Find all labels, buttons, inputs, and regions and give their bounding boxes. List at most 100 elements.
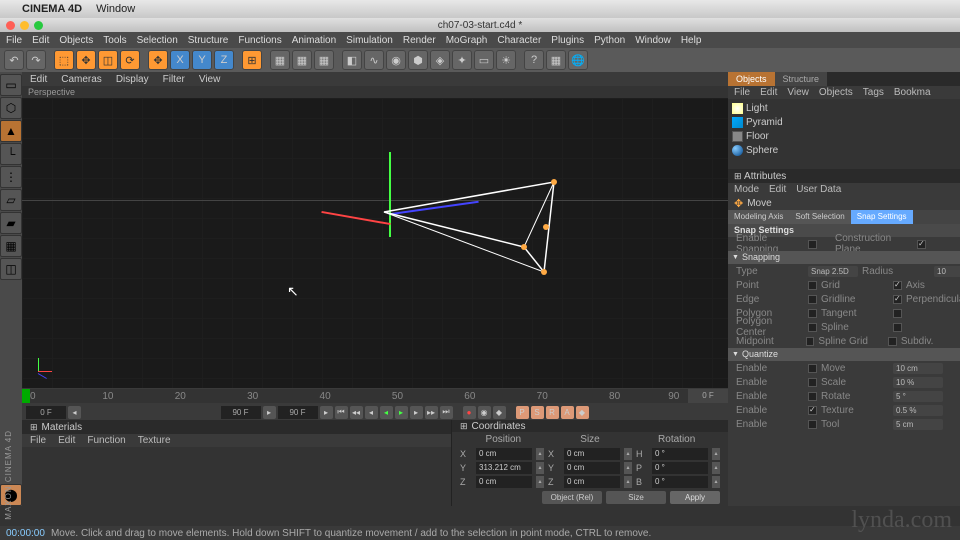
om-edit[interactable]: Edit <box>760 87 777 98</box>
goto-end-button[interactable]: ⏭ <box>440 406 453 419</box>
spin-icon[interactable]: ▴ <box>712 448 720 460</box>
quant-scale-checkbox[interactable] <box>808 378 817 387</box>
menu-python[interactable]: Python <box>594 35 625 46</box>
gridline-checkbox[interactable] <box>893 295 902 304</box>
quant-texture-checkbox[interactable] <box>808 406 817 415</box>
quant-tool-checkbox[interactable] <box>808 420 817 429</box>
pos-key-button[interactable]: P <box>516 406 529 419</box>
close-button[interactable] <box>6 21 15 30</box>
tree-item-pyramid[interactable]: Pyramid <box>732 115 960 129</box>
menu-plugins[interactable]: Plugins <box>551 35 584 46</box>
mat-menu-edit[interactable]: Edit <box>58 435 75 446</box>
range-spin[interactable]: ▸ <box>263 406 276 419</box>
tree-item-floor[interactable]: Floor <box>732 129 960 143</box>
autokey-button[interactable]: ◉ <box>478 406 491 419</box>
spin-icon[interactable]: ▴ <box>712 476 720 488</box>
app-name[interactable]: CINEMA 4D <box>22 3 82 15</box>
attr-menu-edit[interactable]: Edit <box>769 184 786 195</box>
camera-button[interactable]: ▭ <box>474 50 494 70</box>
model-mode[interactable]: ⬡ <box>0 97 22 119</box>
prev-frame-button[interactable]: ◂ <box>365 406 378 419</box>
pla-key-button[interactable]: ◆ <box>576 406 589 419</box>
quantize-subheader[interactable]: Quantize <box>728 348 960 361</box>
x-axis-lock[interactable]: X <box>170 50 190 70</box>
tab-structure[interactable]: Structure <box>775 72 828 86</box>
goto-start-button[interactable]: ⏮ <box>335 406 348 419</box>
size-mode-select[interactable]: Size <box>606 491 666 504</box>
mat-menu-texture[interactable]: Texture <box>138 435 171 446</box>
menu-file[interactable]: File <box>6 35 22 46</box>
rot-b-field[interactable]: 0 ° <box>652 476 708 488</box>
quant-rotate-field[interactable]: 5 ° <box>893 391 943 402</box>
om-bookmarks[interactable]: Bookma <box>894 87 931 98</box>
workplane-mode[interactable]: ◫ <box>0 258 22 280</box>
spin-icon[interactable]: ▴ <box>624 476 632 488</box>
menu-character[interactable]: Character <box>497 35 541 46</box>
spline-button[interactable]: ∿ <box>364 50 384 70</box>
spin-icon[interactable]: ▴ <box>536 448 544 460</box>
pyramid-wireframe[interactable] <box>374 172 574 315</box>
mac-menu-window[interactable]: Window <box>96 3 135 15</box>
prev-key-button[interactable]: ◂◂ <box>350 406 363 419</box>
texture-mode[interactable]: ▦ <box>0 235 22 257</box>
om-objects[interactable]: Objects <box>819 87 853 98</box>
quant-scale-field[interactable]: 10 % <box>893 377 943 388</box>
spin-icon[interactable]: ▴ <box>624 448 632 460</box>
size-y-field[interactable]: 0 cm <box>564 462 620 474</box>
vp-menu-display[interactable]: Display <box>116 74 149 85</box>
quant-texture-field[interactable]: 0.5 % <box>893 405 943 416</box>
edge-mode[interactable]: ▱ <box>0 189 22 211</box>
scale-tool[interactable]: ◫ <box>98 50 118 70</box>
vp-menu-filter[interactable]: Filter <box>163 74 185 85</box>
rot-key-button[interactable]: R <box>546 406 559 419</box>
param-key-button[interactable]: A <box>561 406 574 419</box>
modeling-button[interactable]: ⬢ <box>408 50 428 70</box>
menu-mograph[interactable]: MoGraph <box>446 35 488 46</box>
record-button[interactable]: ● <box>463 406 476 419</box>
apply-button[interactable]: Apply <box>670 491 720 504</box>
end-spin[interactable]: ▸ <box>320 406 333 419</box>
preview-end-field[interactable]: 90 F <box>221 406 261 419</box>
spin-icon[interactable]: ▴ <box>624 462 632 474</box>
playhead[interactable] <box>22 389 30 403</box>
vp-menu-cameras[interactable]: Cameras <box>61 74 102 85</box>
environment-button[interactable]: ✦ <box>452 50 472 70</box>
undo-button[interactable]: ↶ <box>4 50 24 70</box>
render-view[interactable]: ▦ <box>270 50 290 70</box>
tab-modeling-axis[interactable]: Modeling Axis <box>728 210 789 224</box>
mat-menu-function[interactable]: Function <box>87 435 125 446</box>
layout-button[interactable]: ▦ <box>546 50 566 70</box>
menu-tools[interactable]: Tools <box>103 35 126 46</box>
help-button[interactable]: ? <box>524 50 544 70</box>
point-checkbox[interactable] <box>808 281 817 290</box>
play-back-button[interactable]: ◂ <box>380 406 393 419</box>
range-start-spin[interactable]: ◂ <box>68 406 81 419</box>
menu-selection[interactable]: Selection <box>137 35 178 46</box>
om-tags[interactable]: Tags <box>863 87 884 98</box>
next-key-button[interactable]: ▸▸ <box>425 406 438 419</box>
polygon-checkbox[interactable] <box>808 309 817 318</box>
start-frame-field[interactable]: 0 F <box>26 406 66 419</box>
menu-render[interactable]: Render <box>403 35 436 46</box>
om-file[interactable]: File <box>734 87 750 98</box>
tangent-checkbox[interactable] <box>893 309 902 318</box>
attr-menu-mode[interactable]: Mode <box>734 184 759 195</box>
snap-type-select[interactable]: Snap 2.5D <box>808 266 858 277</box>
menu-animation[interactable]: Animation <box>292 35 336 46</box>
spin-icon[interactable]: ▴ <box>712 462 720 474</box>
midpoint-checkbox[interactable] <box>806 337 815 346</box>
end-frame-field[interactable]: 90 F <box>278 406 318 419</box>
last-tool[interactable]: ✥ <box>148 50 168 70</box>
coord-mode-select[interactable]: Object (Rel) <box>542 491 602 504</box>
quant-move-checkbox[interactable] <box>808 364 817 373</box>
redo-button[interactable]: ↷ <box>26 50 46 70</box>
coord-system[interactable]: ⊞ <box>242 50 262 70</box>
size-x-field[interactable]: 0 cm <box>564 448 620 460</box>
edge-checkbox[interactable] <box>808 295 817 304</box>
play-button[interactable]: ▸ <box>395 406 408 419</box>
nurbs-button[interactable]: ◉ <box>386 50 406 70</box>
menu-functions[interactable]: Functions <box>238 35 281 46</box>
spin-icon[interactable]: ▴ <box>536 476 544 488</box>
timeline-ruler[interactable]: 0 10 20 30 40 50 60 70 80 90 0 F <box>22 388 728 404</box>
light-button[interactable]: ☀ <box>496 50 516 70</box>
